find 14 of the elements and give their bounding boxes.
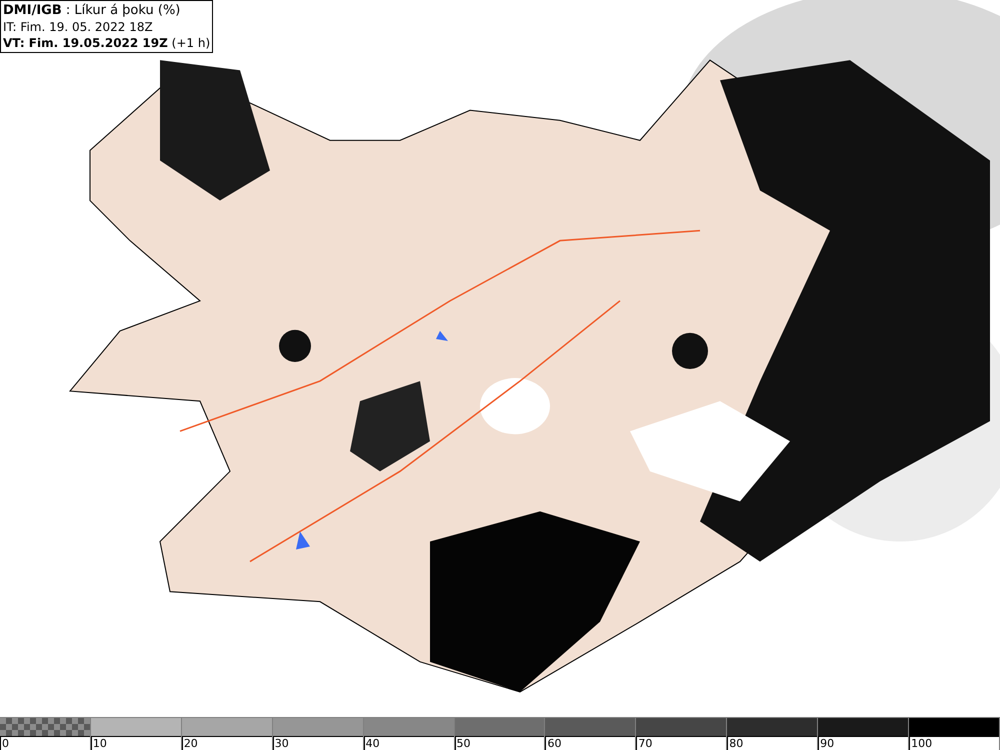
map-title: DMI/IGB : Líkur á þoku (%) <box>3 2 182 19</box>
legend-label: 40 <box>364 737 380 750</box>
legend-label: 100 <box>910 737 932 750</box>
legend-label: 70 <box>637 737 652 750</box>
legend-label: 80 <box>728 737 744 750</box>
legend-label: 90 <box>819 737 834 750</box>
legend-label: 60 <box>546 737 562 750</box>
timestamp-text: IT: Fim. 19. 05. 2022 18Z <box>3 19 154 35</box>
legend-label: 50 <box>456 737 471 750</box>
legend-label: 0 <box>1 737 9 750</box>
legend-label: 20 <box>182 737 198 750</box>
legend-label: 10 <box>92 737 107 750</box>
legend-label: 30 <box>274 737 289 750</box>
timestamp-text: VT: Fim. 19.05.2022 19Z (+1 h) <box>3 35 210 51</box>
